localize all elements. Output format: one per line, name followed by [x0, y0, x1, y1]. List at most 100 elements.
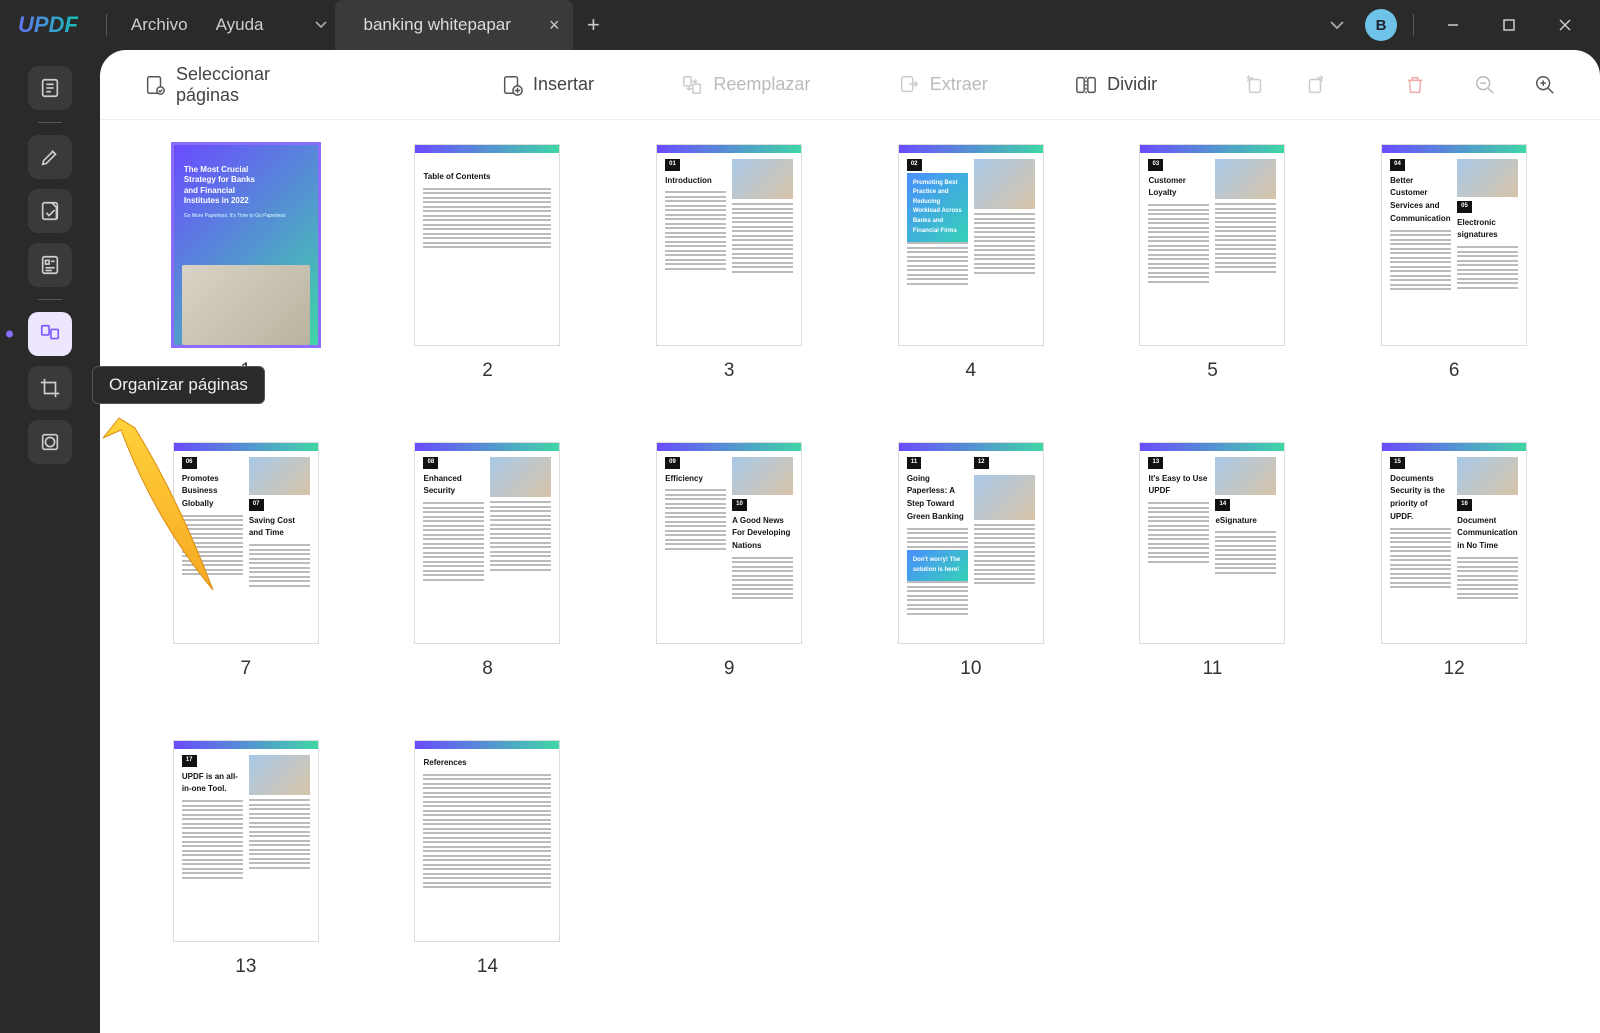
- page-thumbnail[interactable]: The Most Crucial Strategy for Banks and …: [160, 144, 332, 382]
- rotate-cw-icon[interactable]: [1290, 66, 1340, 104]
- page-thumbnail[interactable]: 03 Customer Loyalty 5: [1127, 144, 1299, 382]
- divider: [38, 299, 62, 300]
- image-placeholder: [732, 457, 793, 495]
- page-number-label: 14: [477, 956, 498, 978]
- stamp-icon[interactable]: [28, 420, 72, 464]
- image-placeholder: [974, 159, 1035, 209]
- page-preview[interactable]: 04 Better Customer Services and Communic…: [1381, 144, 1527, 346]
- insert-label: Insertar: [533, 74, 594, 95]
- image-placeholder: [249, 755, 310, 795]
- page-thumbnail[interactable]: 13 It's Easy to Use UPDF 14 eSignature 1…: [1127, 442, 1299, 680]
- zoom-out-icon[interactable]: [1460, 66, 1510, 104]
- highlight-icon[interactable]: [28, 135, 72, 179]
- tab-dropdown-icon[interactable]: [307, 0, 335, 50]
- image-placeholder: [1215, 457, 1276, 495]
- page-preview[interactable]: 02 Promoting Best Practice and Reducing …: [898, 144, 1044, 346]
- page-thumbnail[interactable]: 04 Better Customer Services and Communic…: [1368, 144, 1540, 382]
- page-heading: Enhanced Security: [423, 473, 484, 499]
- extract-button[interactable]: Extraer: [884, 66, 1002, 104]
- page-number-label: 5: [1207, 360, 1218, 382]
- page-preview[interactable]: 15 Documents Security is the priority of…: [1381, 442, 1527, 644]
- page-title: The Most Crucial Strategy for Banks and …: [184, 165, 268, 207]
- page-heading: It's Easy to Use UPDF: [1148, 473, 1209, 499]
- document-tab[interactable]: banking whitepapar ×: [335, 0, 573, 50]
- close-window-icon[interactable]: [1542, 5, 1588, 45]
- page-heading: Table of Contents: [423, 171, 551, 184]
- page-thumbnail[interactable]: 11 Going Paperless: A Step Toward Green …: [885, 442, 1057, 680]
- divider: [38, 122, 62, 123]
- delete-icon[interactable]: [1390, 66, 1440, 104]
- page-thumbnail[interactable]: Table of Contents 2: [402, 144, 574, 382]
- separator: [1413, 14, 1414, 36]
- page-thumbnail[interactable]: 09 Efficiency 10 A Good News For Develop…: [643, 442, 815, 680]
- zoom-in-icon[interactable]: [1520, 66, 1570, 104]
- page-number-label: 10: [960, 658, 981, 680]
- page-preview[interactable]: 01 Introduction: [656, 144, 802, 346]
- page-preview[interactable]: 08 Enhanced Security: [414, 442, 560, 644]
- page-thumbnail[interactable]: References 14: [402, 740, 574, 978]
- page-preview[interactable]: 11 Going Paperless: A Step Toward Green …: [898, 442, 1044, 644]
- page-number-label: 8: [482, 658, 493, 680]
- menu-file[interactable]: Archivo: [117, 15, 202, 35]
- page-number-label: 2: [482, 360, 493, 382]
- page-heading: A Good News For Developing Nations: [732, 515, 793, 553]
- page-preview[interactable]: Table of Contents: [414, 144, 560, 346]
- minimize-icon[interactable]: [1430, 5, 1476, 45]
- page-thumbnail[interactable]: 01 Introduction 3: [643, 144, 815, 382]
- separator: [106, 14, 107, 36]
- insert-button[interactable]: Insertar: [487, 66, 608, 104]
- page-preview[interactable]: References: [414, 740, 560, 942]
- page-thumbnail[interactable]: 15 Documents Security is the priority of…: [1368, 442, 1540, 680]
- image-placeholder: [182, 265, 310, 345]
- maximize-icon[interactable]: [1486, 5, 1532, 45]
- page-thumbnail[interactable]: 17 UPDF is an all-in-one Tool. 13: [160, 740, 332, 978]
- image-placeholder: [974, 475, 1035, 520]
- page-heading: Saving Cost and Time: [249, 515, 310, 541]
- select-pages-button[interactable]: Seleccionar páginas: [130, 56, 349, 114]
- page-number-label: 11: [1203, 658, 1223, 680]
- page-preview[interactable]: 17 UPDF is an all-in-one Tool.: [173, 740, 319, 942]
- page-heading: eSignature: [1215, 515, 1276, 528]
- page-heading: UPDF is an all-in-one Tool.: [182, 771, 243, 797]
- extract-label: Extraer: [930, 74, 988, 95]
- split-button[interactable]: Dividir: [1061, 66, 1171, 104]
- crop-icon[interactable]: [28, 366, 72, 410]
- page-number-label: 3: [724, 360, 735, 382]
- callout-arrow-icon: [95, 400, 245, 600]
- rotate-ccw-icon[interactable]: [1230, 66, 1280, 104]
- image-placeholder: [1215, 159, 1276, 199]
- page-preview[interactable]: 13 It's Easy to Use UPDF 14 eSignature: [1139, 442, 1285, 644]
- page-heading: References: [423, 757, 551, 770]
- organize-pages-icon[interactable]: [28, 312, 72, 356]
- annotate-icon[interactable]: [28, 189, 72, 233]
- avatar[interactable]: B: [1365, 9, 1397, 41]
- edit-pdf-icon[interactable]: [28, 243, 72, 287]
- image-placeholder: [1457, 457, 1518, 495]
- page-preview[interactable]: 09 Efficiency 10 A Good News For Develop…: [656, 442, 802, 644]
- page-thumbnail[interactable]: 02 Promoting Best Practice and Reducing …: [885, 144, 1057, 382]
- page-heading: Better Customer Services and Communicati…: [1390, 175, 1451, 226]
- split-label: Dividir: [1107, 74, 1157, 95]
- page-heading: Customer Loyalty: [1148, 175, 1209, 201]
- page-preview[interactable]: The Most Crucial Strategy for Banks and …: [173, 144, 319, 346]
- reader-icon[interactable]: [28, 66, 72, 110]
- page-heading: Documents Security is the priority of UP…: [1390, 473, 1451, 524]
- chevron-down-icon[interactable]: [1319, 15, 1355, 35]
- page-heading: Document Communication in No Time: [1457, 515, 1518, 553]
- page-thumbnail[interactable]: 08 Enhanced Security 8: [402, 442, 574, 680]
- tooltip: Organizar páginas: [92, 366, 265, 404]
- page-preview[interactable]: 03 Customer Loyalty: [1139, 144, 1285, 346]
- page-number-label: 13: [235, 956, 256, 978]
- page-heading: Going Paperless: A Step Toward Green Ban…: [907, 473, 968, 524]
- image-placeholder: [732, 159, 793, 199]
- replace-button[interactable]: Reemplazar: [667, 66, 824, 104]
- toolbar: Seleccionar páginas Insertar Reemplazar …: [100, 50, 1600, 120]
- page-thumbnails-grid: The Most Crucial Strategy for Banks and …: [160, 144, 1540, 978]
- menu-help[interactable]: Ayuda: [202, 15, 278, 35]
- page-number-label: 7: [241, 658, 252, 680]
- app-logo: UPDF: [0, 12, 96, 38]
- promo-text: Don't worry! The solution is here!: [907, 550, 968, 581]
- page-subtitle: Go More Paperless: It's Time to Go Paper…: [184, 213, 286, 219]
- add-tab-button[interactable]: +: [573, 5, 613, 45]
- close-icon[interactable]: ×: [549, 15, 560, 36]
